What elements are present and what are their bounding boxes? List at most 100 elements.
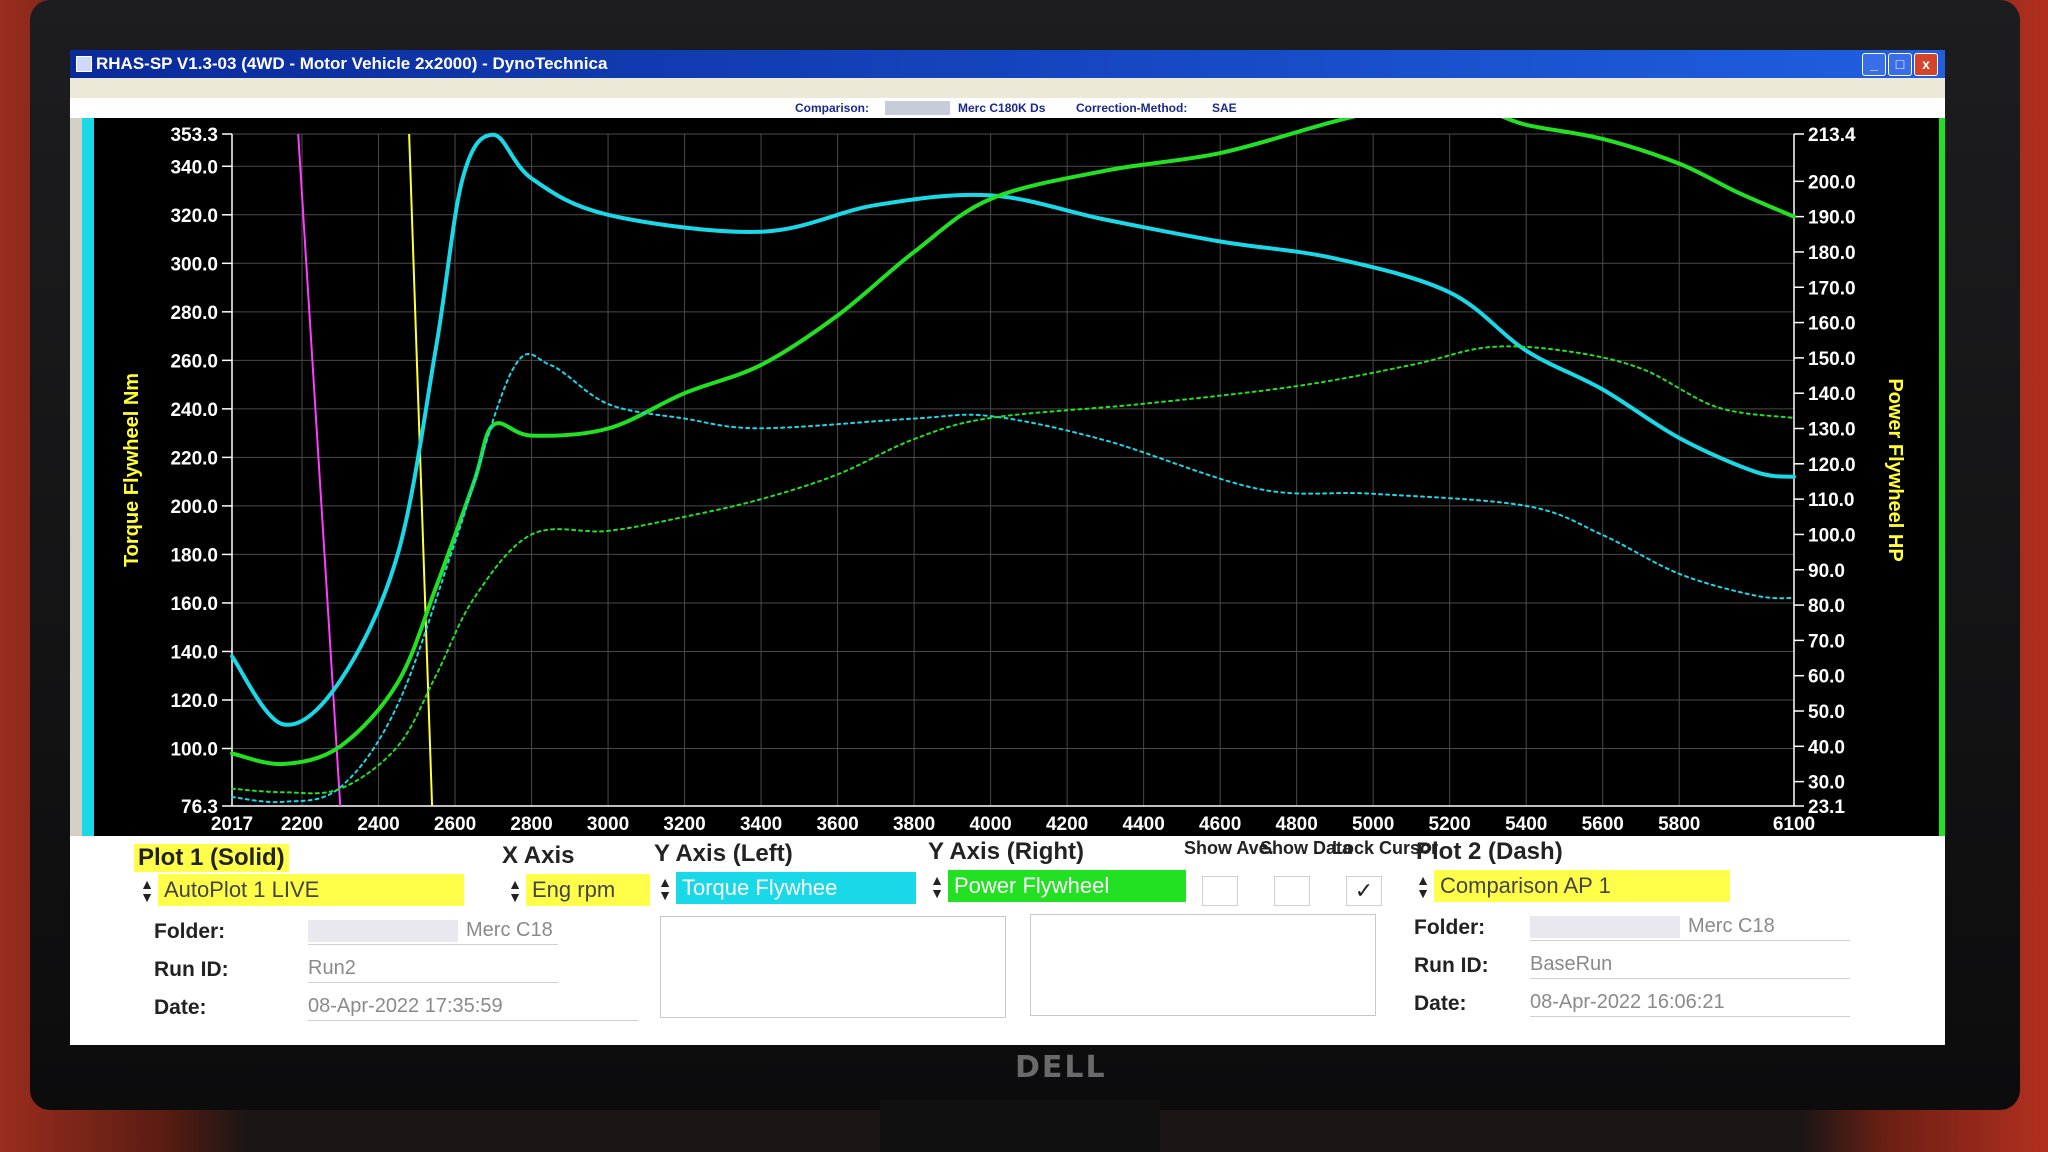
- dell-logo: DELL: [1015, 1050, 1107, 1085]
- title-bar: RHAS-SP V1.3-03 (4WD - Motor Vehicle 2x2…: [70, 50, 1945, 78]
- y-right-tick-label: 30.0: [1808, 773, 1845, 794]
- x-axis-select[interactable]: Eng rpm: [526, 874, 650, 906]
- y-left-tick-label: 280.0: [170, 303, 218, 324]
- y-left-tick-label: 320.0: [170, 206, 218, 227]
- x-axis-header: X Axis: [502, 842, 575, 869]
- plot2-spinner[interactable]: ▲ ▼: [1416, 873, 1430, 900]
- comparison-swatch: [885, 101, 950, 115]
- y-right-tick-label: 180.0: [1808, 243, 1856, 264]
- y-left-tick-label: 260.0: [170, 351, 218, 372]
- blurred-region: [1530, 915, 1680, 938]
- x-tick-label: 5800: [1658, 814, 1700, 835]
- y-right-tick-label: 213.4: [1808, 125, 1856, 146]
- close-button[interactable]: x: [1914, 53, 1938, 76]
- y-left-tick-label: 300.0: [170, 254, 218, 275]
- correction-label: Correction-Method:: [1076, 101, 1188, 115]
- x-axis-spinner[interactable]: ▲ ▼: [508, 877, 522, 904]
- y-left-tick-label: 200.0: [170, 497, 218, 518]
- series-line-torque-dash: [231, 353, 1795, 804]
- y-right-select[interactable]: Power Flywheel: [948, 870, 1186, 902]
- comparison-info-bar: Comparison: Merc C180K Ds Correction-Met…: [70, 98, 1945, 118]
- app-icon: [76, 56, 92, 72]
- plot2-folder-label: Folder:: [1414, 916, 1486, 939]
- x-tick-label: 3800: [893, 814, 935, 835]
- plot1-folder-field: Merc C18: [308, 916, 558, 945]
- plot2-runid-label: Run ID:: [1414, 954, 1489, 977]
- series-line-power-dash: [231, 345, 1795, 795]
- x-tick-label: 3600: [816, 814, 858, 835]
- y-right-tick-label: 60.0: [1808, 667, 1845, 688]
- y-right-tick-label: 100.0: [1808, 525, 1856, 546]
- show-data-checkbox[interactable]: [1274, 876, 1310, 906]
- x-tick-label: 5600: [1582, 814, 1624, 835]
- menu-bar[interactable]: [70, 78, 1945, 98]
- x-tick-label: 2200: [281, 814, 323, 835]
- maximize-button[interactable]: □: [1888, 53, 1912, 76]
- y-left-tick-label: 353.3: [170, 125, 218, 146]
- comparison-value: Merc C180K Ds: [958, 101, 1046, 115]
- plot1-date-value: 08-Apr-2022 17:35:59: [308, 992, 638, 1021]
- cursor-line: [408, 133, 434, 807]
- y-right-tick-label: 160.0: [1808, 314, 1856, 335]
- plot2-select[interactable]: Comparison AP 1: [1434, 870, 1730, 902]
- x-tick-label: 4800: [1276, 814, 1318, 835]
- plot2-date-label: Date:: [1414, 992, 1467, 1015]
- y-right-tick-label: 150.0: [1808, 349, 1856, 370]
- y-right-tick-label: 190.0: [1808, 208, 1856, 229]
- y-right-spinner[interactable]: ▲ ▼: [930, 873, 944, 900]
- blurred-region: [308, 919, 458, 942]
- y-left-spinner[interactable]: ▲ ▼: [658, 875, 672, 902]
- y-left-tick-label: 160.0: [170, 594, 218, 615]
- plot1-spinner[interactable]: ▲ ▼: [140, 877, 154, 904]
- y-right-tick-label: 50.0: [1808, 702, 1845, 723]
- y-right-tick-label: 80.0: [1808, 596, 1845, 617]
- y-left-tick-label: 240.0: [170, 400, 218, 421]
- x-tick-label: 5200: [1429, 814, 1471, 835]
- dyno-app-window: RHAS-SP V1.3-03 (4WD - Motor Vehicle 2x2…: [70, 50, 1945, 1045]
- series-line-torque-solid: [230, 132, 1796, 727]
- plot2-folder-value: Merc C18: [1688, 915, 1775, 937]
- plot1-select[interactable]: AutoPlot 1 LIVE: [158, 874, 464, 906]
- y-right-tick-label: 120.0: [1808, 455, 1856, 476]
- y-right-tick-label: 90.0: [1808, 561, 1845, 582]
- y-right-header: Y Axis (Right): [928, 838, 1085, 865]
- x-tick-label: 3200: [663, 814, 705, 835]
- y-right-tick-label: 130.0: [1808, 420, 1856, 441]
- x-tick-label: 3000: [587, 814, 629, 835]
- x-tick-label: 2800: [510, 814, 552, 835]
- control-panel: Plot 1 (Solid) ▲ ▼ AutoPlot 1 LIVE Folder…: [70, 836, 1945, 1045]
- plot1-runid-value: Run2: [308, 954, 558, 983]
- y-left-axis-title: Torque Flywheel Nm: [121, 373, 143, 567]
- y-right-tick-label: 200.0: [1808, 172, 1856, 193]
- y-left-listbox[interactable]: [660, 916, 1006, 1018]
- window-title: RHAS-SP V1.3-03 (4WD - Motor Vehicle 2x2…: [96, 54, 608, 73]
- y-left-header: Y Axis (Left): [654, 840, 793, 867]
- x-tick-label: 4000: [969, 814, 1011, 835]
- y-right-axis-title: Power Flywheel HP: [1884, 378, 1906, 561]
- lock-cursor-checkbox[interactable]: ✓: [1346, 876, 1382, 906]
- y-right-listbox[interactable]: [1030, 914, 1376, 1016]
- x-tick-label: 4400: [1123, 814, 1165, 835]
- plot2-runid-value: BaseRun: [1530, 950, 1850, 979]
- comparison-label: Comparison:: [795, 101, 870, 115]
- monitor-stand: [880, 1100, 1160, 1152]
- minimize-button[interactable]: _: [1862, 53, 1886, 76]
- x-tick-label: 5000: [1352, 814, 1394, 835]
- y-left-tick-label: 100.0: [170, 740, 218, 761]
- dyno-chart[interactable]: 2017 2200 2400 2600 2800 3000 3200 3400 3600 3800…: [94, 118, 1915, 836]
- y-right-tick-label: 70.0: [1808, 631, 1845, 652]
- correction-value: SAE: [1212, 101, 1237, 115]
- y-right-tick-label: 23.1: [1808, 797, 1845, 818]
- x-tick-label: 2600: [434, 814, 476, 835]
- x-tick-label: 5400: [1505, 814, 1547, 835]
- x-tick-label: 3400: [740, 814, 782, 835]
- show-ave-checkbox[interactable]: [1202, 876, 1238, 906]
- y-right-tick-label: 110.0: [1808, 490, 1855, 511]
- y-right-tick-label: 140.0: [1808, 384, 1856, 405]
- y-left-select[interactable]: Torque Flywhee: [676, 872, 916, 904]
- y-left-tick-label: 340.0: [170, 157, 218, 178]
- y-left-tick-label: 140.0: [170, 642, 218, 663]
- y-left-tick-label: 220.0: [170, 448, 218, 469]
- x-tick-label: 2400: [357, 814, 399, 835]
- plot1-folder-label: Folder:: [154, 920, 226, 943]
